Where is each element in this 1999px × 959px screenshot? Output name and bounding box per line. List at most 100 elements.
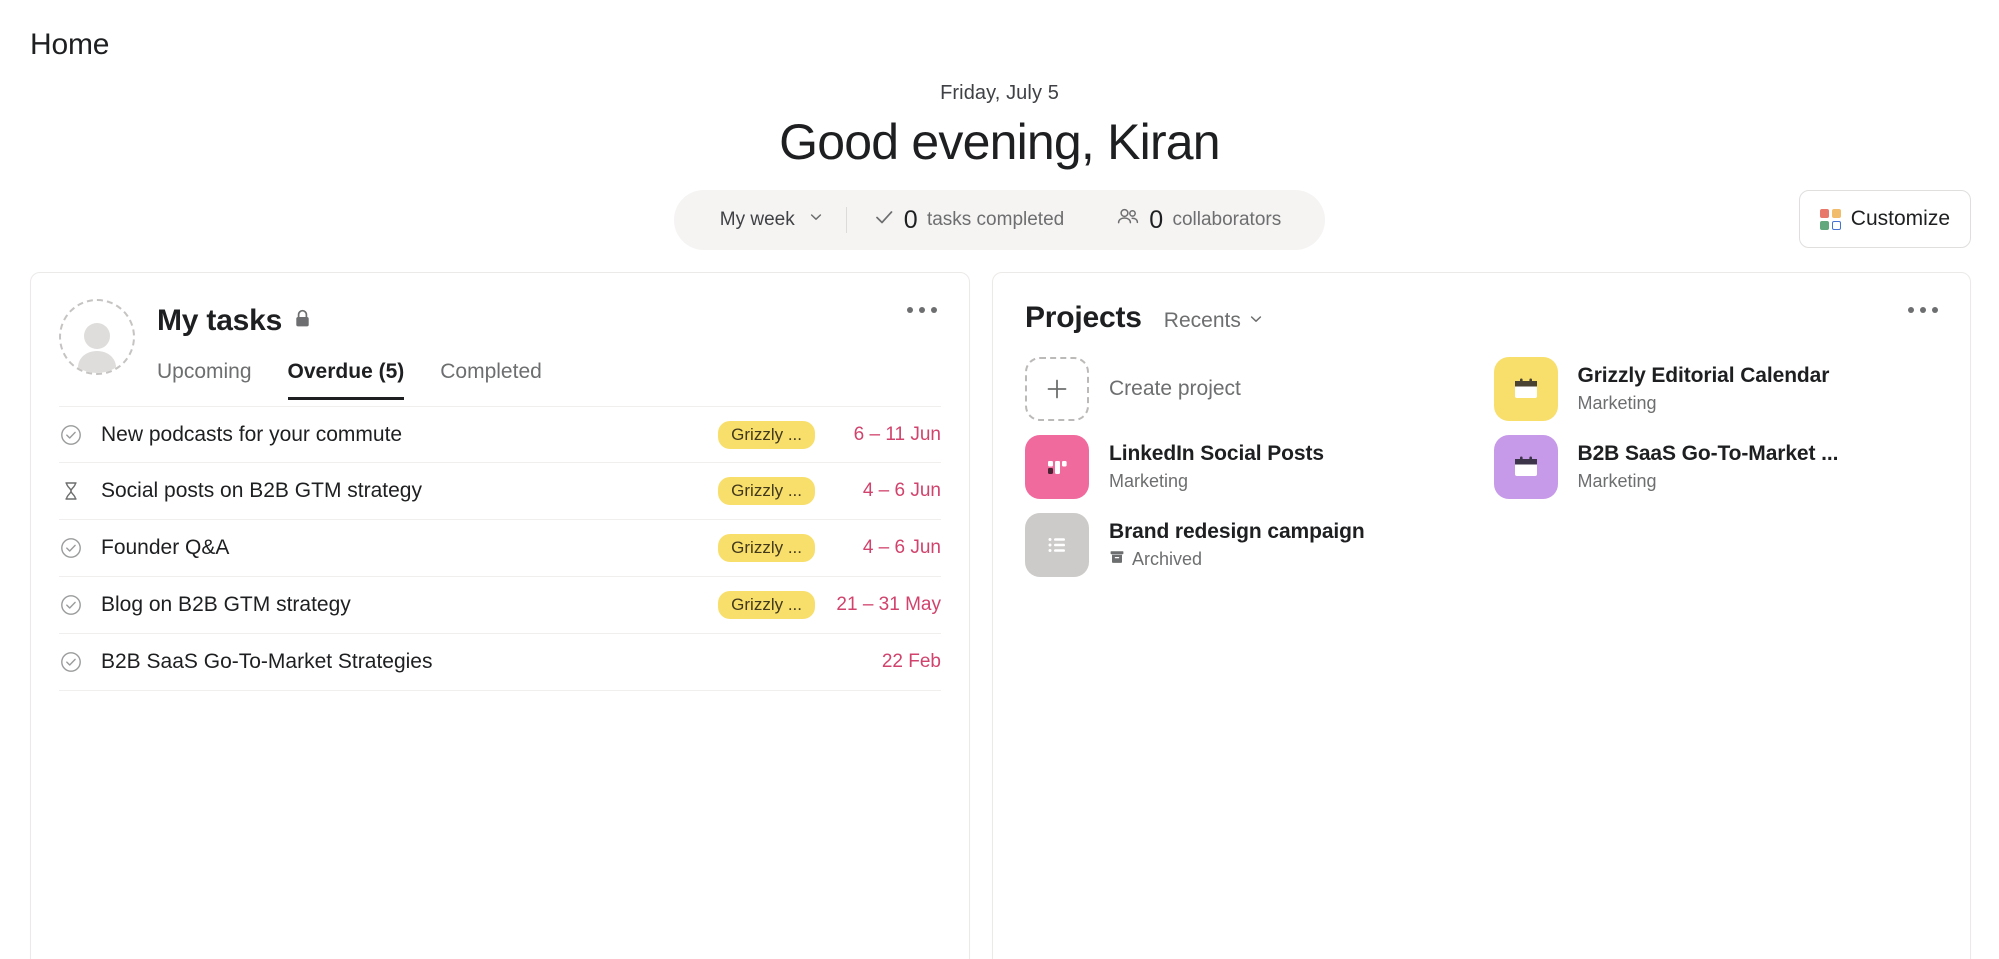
- collaborators-count: 0: [1149, 206, 1163, 235]
- calendar-icon: [1494, 357, 1558, 421]
- task-project-pill[interactable]: Grizzly ...: [718, 591, 815, 619]
- calendar-icon: [1494, 435, 1558, 499]
- greeting-message: Good evening, Kiran: [0, 113, 1999, 172]
- my-tasks-tabs: Upcoming Overdue (5) Completed: [157, 360, 542, 400]
- project-text-block: Brand redesign campaign Archived: [1109, 520, 1365, 570]
- project-item-brand-redesign-campaign[interactable]: Brand redesign campaign Archived: [1025, 513, 1476, 577]
- stats-pill: My week 0 tasks completed 0: [674, 190, 1325, 250]
- lock-icon: [294, 309, 311, 333]
- collaborators-stat: 0 collaborators: [1090, 190, 1307, 250]
- people-icon: [1116, 206, 1140, 234]
- task-meta: Grizzly ... 4 – 6 Jun: [718, 534, 941, 562]
- table-row[interactable]: New podcasts for your commute Grizzly ..…: [59, 406, 941, 463]
- greeting-date: Friday, July 5: [0, 82, 1999, 105]
- avatar[interactable]: [59, 299, 135, 375]
- stats-row: My week 0 tasks completed 0: [0, 190, 1999, 250]
- ellipsis-icon: [899, 299, 945, 321]
- chevron-down-icon: [1248, 309, 1264, 333]
- project-name: Grizzly Editorial Calendar: [1578, 364, 1830, 387]
- tab-completed[interactable]: Completed: [440, 360, 542, 400]
- task-meta: Grizzly ... 21 – 31 May: [718, 591, 941, 619]
- projects-filter-label: Recents: [1164, 309, 1241, 333]
- table-row[interactable]: Founder Q&A Grizzly ... 4 – 6 Jun: [59, 520, 941, 577]
- project-item-b2b-saas-go-to-market[interactable]: B2B SaaS Go-To-Market ... Marketing: [1494, 435, 1945, 499]
- task-project-pill[interactable]: Grizzly ...: [718, 534, 815, 562]
- page-title: Home: [30, 28, 1999, 62]
- project-subtitle: Marketing: [1578, 471, 1839, 492]
- projects-title: Projects: [1025, 301, 1142, 335]
- project-team-label: Marketing: [1578, 393, 1657, 414]
- projects-filter-dropdown[interactable]: Recents: [1164, 309, 1264, 333]
- check-circle-icon[interactable]: [59, 423, 83, 447]
- task-due-date: 22 Feb: [829, 651, 941, 673]
- my-tasks-header: My tasks Upcoming Overdue (5) Completed: [31, 273, 969, 400]
- my-week-label: My week: [720, 209, 795, 231]
- project-text-block: B2B SaaS Go-To-Market ... Marketing: [1578, 442, 1839, 492]
- task-due-date: 6 – 11 Jun: [829, 424, 941, 446]
- task-meta: Grizzly ... 6 – 11 Jun: [718, 421, 941, 449]
- table-row[interactable]: B2B SaaS Go-To-Market Strategies 22 Feb: [59, 634, 941, 691]
- project-name: B2B SaaS Go-To-Market ...: [1578, 442, 1839, 465]
- projects-overflow-menu[interactable]: [1900, 299, 1946, 321]
- task-project-pill[interactable]: Grizzly ...: [718, 421, 815, 449]
- project-subtitle: Archived: [1109, 549, 1365, 570]
- customize-button[interactable]: Customize: [1799, 190, 1971, 248]
- my-tasks-title-block: My tasks Upcoming Overdue (5) Completed: [157, 299, 542, 400]
- board-icon: [1025, 435, 1089, 499]
- check-circle-icon[interactable]: [59, 650, 83, 674]
- ellipsis-icon: [1900, 299, 1946, 321]
- task-due-date: 4 – 6 Jun: [829, 537, 941, 559]
- task-name: New podcasts for your commute: [101, 423, 700, 447]
- my-tasks-card: My tasks Upcoming Overdue (5) Completed: [30, 272, 970, 959]
- project-team-label: Marketing: [1578, 471, 1657, 492]
- customize-grid-icon: [1820, 209, 1841, 230]
- greeting-block: Friday, July 5 Good evening, Kiran: [0, 82, 1999, 172]
- task-list: New podcasts for your commute Grizzly ..…: [31, 406, 969, 691]
- create-project-button[interactable]: Create project: [1025, 357, 1476, 421]
- tab-overdue[interactable]: Overdue (5): [288, 360, 405, 400]
- dashboard-cards: My tasks Upcoming Overdue (5) Completed: [0, 250, 1999, 959]
- my-week-dropdown[interactable]: My week: [692, 190, 846, 250]
- project-text-block: LinkedIn Social Posts Marketing: [1109, 442, 1324, 492]
- project-item-grizzly-editorial-calendar[interactable]: Grizzly Editorial Calendar Marketing: [1494, 357, 1945, 421]
- task-meta: 22 Feb: [829, 651, 941, 673]
- collaborators-label: collaborators: [1172, 209, 1281, 231]
- customize-swatch-green: [1820, 221, 1829, 230]
- task-meta: Grizzly ... 4 – 6 Jun: [718, 477, 941, 505]
- task-name: Founder Q&A: [101, 536, 700, 560]
- table-row[interactable]: Social posts on B2B GTM strategy Grizzly…: [59, 463, 941, 520]
- projects-card: Projects Recents Create project: [992, 272, 1971, 959]
- projects-grid: Create project Grizzly Editorial Calenda…: [993, 335, 1970, 577]
- customize-swatch-orange: [1832, 209, 1841, 218]
- archive-box-icon: [1109, 549, 1125, 570]
- topbar: Home: [0, 0, 1999, 62]
- project-name: LinkedIn Social Posts: [1109, 442, 1324, 465]
- project-text-block: Grizzly Editorial Calendar Marketing: [1578, 364, 1830, 414]
- check-circle-icon[interactable]: [59, 593, 83, 617]
- hourglass-icon[interactable]: [59, 479, 83, 503]
- tab-upcoming[interactable]: Upcoming: [157, 360, 252, 400]
- project-subtitle: Marketing: [1109, 471, 1324, 492]
- task-project-pill[interactable]: Grizzly ...: [718, 477, 815, 505]
- project-name: Brand redesign campaign: [1109, 520, 1365, 543]
- create-project-label: Create project: [1109, 377, 1241, 401]
- customize-swatch-red: [1820, 209, 1829, 218]
- my-tasks-overflow-menu[interactable]: [899, 299, 945, 321]
- task-name: Social posts on B2B GTM strategy: [101, 479, 700, 503]
- task-name: B2B SaaS Go-To-Market Strategies: [101, 650, 811, 674]
- project-team-label: Marketing: [1109, 471, 1188, 492]
- customize-swatch-blue: [1832, 221, 1841, 230]
- list-icon: [1025, 513, 1089, 577]
- table-row[interactable]: Blog on B2B GTM strategy Grizzly ... 21 …: [59, 577, 941, 634]
- tasks-completed-stat: 0 tasks completed: [847, 190, 1091, 250]
- task-due-date: 4 – 6 Jun: [829, 480, 941, 502]
- project-subtitle: Marketing: [1578, 393, 1830, 414]
- chevron-down-icon: [808, 209, 824, 231]
- customize-label: Customize: [1851, 207, 1950, 231]
- check-icon: [873, 206, 895, 234]
- project-status-label: Archived: [1132, 549, 1202, 570]
- tasks-completed-count: 0: [904, 206, 918, 235]
- check-circle-icon[interactable]: [59, 536, 83, 560]
- project-item-linkedin-social-posts[interactable]: LinkedIn Social Posts Marketing: [1025, 435, 1476, 499]
- task-due-date: 21 – 31 May: [829, 594, 941, 616]
